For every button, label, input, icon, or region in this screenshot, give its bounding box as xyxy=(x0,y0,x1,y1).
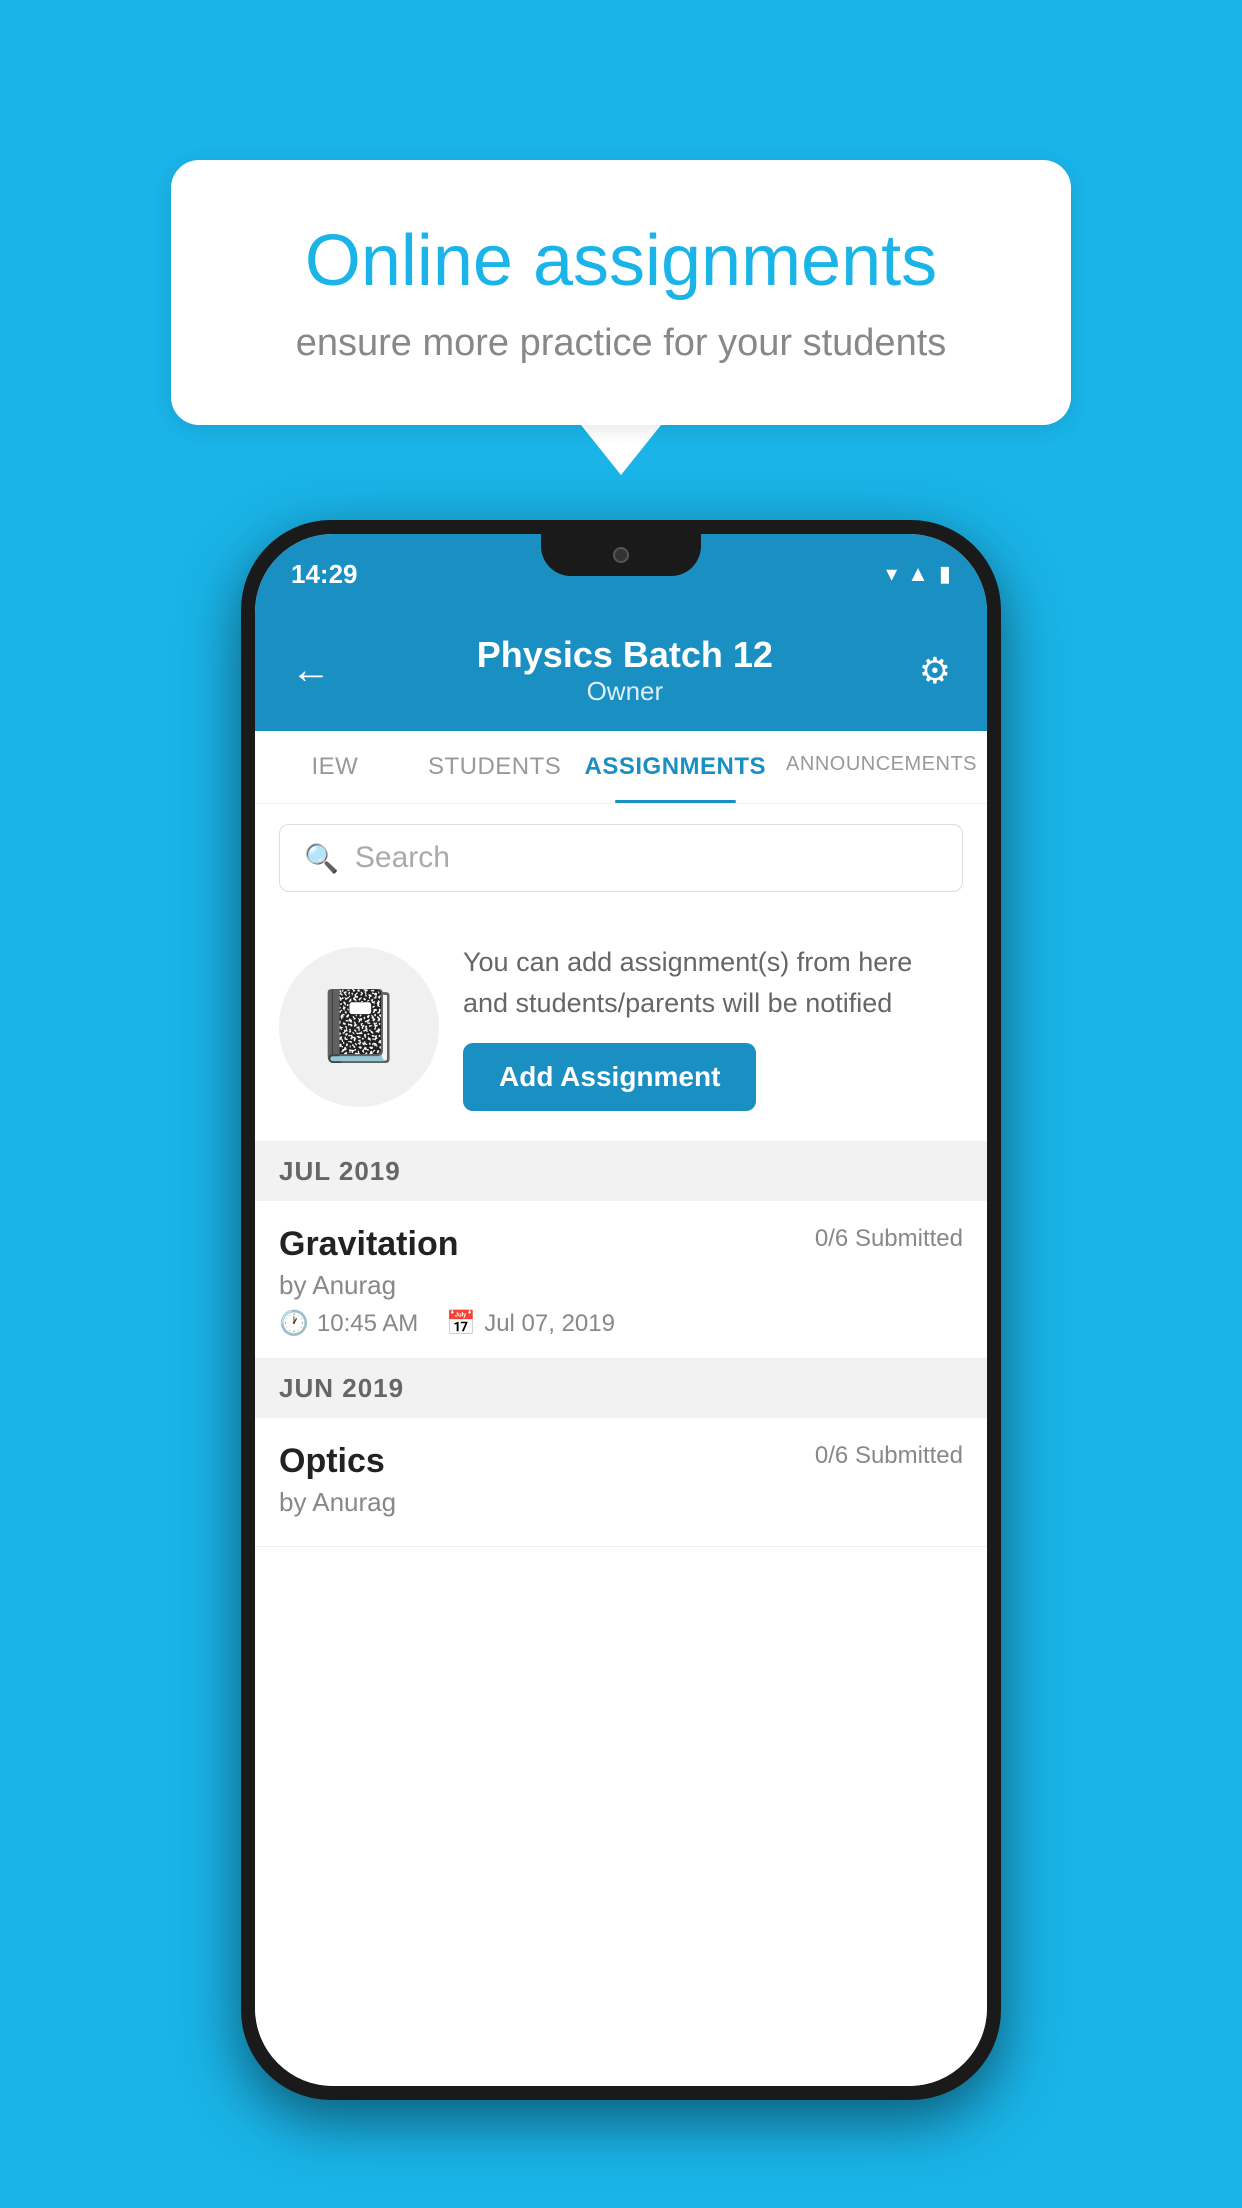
tab-students[interactable]: STUDENTS xyxy=(415,731,575,803)
calendar-icon: 📅 xyxy=(446,1309,476,1338)
search-container: 🔍 Search xyxy=(255,804,987,912)
header-subtitle: Owner xyxy=(331,676,919,707)
header-center: Physics Batch 12 Owner xyxy=(331,634,919,707)
assignment-submitted: 0/6 Submitted xyxy=(815,1225,963,1253)
section-header-jun: JUN 2019 xyxy=(255,1359,987,1418)
tab-iew[interactable]: IEW xyxy=(255,731,415,803)
assignment-author: by Anurag xyxy=(279,1270,963,1301)
assignment-row-top-2: Optics 0/6 Submitted xyxy=(279,1442,963,1481)
meta-date: 📅 Jul 07, 2019 xyxy=(446,1309,615,1338)
settings-button[interactable]: ⚙ xyxy=(919,650,951,692)
tabs-bar: IEW STUDENTS ASSIGNMENTS ANNOUNCEMENTS xyxy=(255,731,987,804)
assignment-item-optics[interactable]: Optics 0/6 Submitted by Anurag xyxy=(255,1418,987,1547)
assignment-row-top: Gravitation 0/6 Submitted xyxy=(279,1225,963,1264)
battery-icon: ▮ xyxy=(939,561,951,587)
speech-bubble-card: Online assignments ensure more practice … xyxy=(171,160,1071,425)
notch xyxy=(541,534,701,576)
bubble-subtitle: ensure more practice for your students xyxy=(251,322,991,365)
assignment-item-gravitation[interactable]: Gravitation 0/6 Submitted by Anurag 🕐 10… xyxy=(255,1201,987,1359)
promo-section: 📓 You can add assignment(s) from here an… xyxy=(255,912,987,1142)
content-area: 🔍 Search 📓 You can add assignment(s) fro… xyxy=(255,804,987,2086)
assignment-submitted-optics: 0/6 Submitted xyxy=(815,1442,963,1470)
search-placeholder: Search xyxy=(355,841,450,875)
promo-icon-circle: 📓 xyxy=(279,947,439,1107)
clock-icon: 🕐 xyxy=(279,1309,309,1338)
promo-description: You can add assignment(s) from here and … xyxy=(463,942,963,1023)
speech-bubble-section: Online assignments ensure more practice … xyxy=(171,160,1071,475)
bubble-tail xyxy=(581,425,661,475)
bubble-title: Online assignments xyxy=(251,220,991,302)
search-icon: 🔍 xyxy=(304,842,339,875)
assignment-name-optics: Optics xyxy=(279,1442,385,1481)
meta-time: 🕐 10:45 AM xyxy=(279,1309,418,1338)
assignment-date: Jul 07, 2019 xyxy=(484,1310,615,1338)
status-bar: 14:29 ▾ ▲ ▮ xyxy=(255,534,987,614)
assignment-name: Gravitation xyxy=(279,1225,458,1264)
search-bar[interactable]: 🔍 Search xyxy=(279,824,963,892)
assignment-time: 10:45 AM xyxy=(317,1310,418,1338)
phone-screen: 14:29 ▾ ▲ ▮ ← Physics Batch 12 Owner ⚙ xyxy=(255,534,987,2086)
signal-icon: ▲ xyxy=(907,561,929,587)
status-time: 14:29 xyxy=(291,559,358,590)
promo-text-area: You can add assignment(s) from here and … xyxy=(463,942,963,1111)
section-header-jul: JUL 2019 xyxy=(255,1142,987,1201)
phone-outer: 14:29 ▾ ▲ ▮ ← Physics Batch 12 Owner ⚙ xyxy=(241,520,1001,2100)
tab-announcements[interactable]: ANNOUNCEMENTS xyxy=(776,731,987,803)
add-assignment-button[interactable]: Add Assignment xyxy=(463,1043,756,1111)
phone-mockup: 14:29 ▾ ▲ ▮ ← Physics Batch 12 Owner ⚙ xyxy=(241,520,1001,2100)
app-header: ← Physics Batch 12 Owner ⚙ xyxy=(255,614,987,731)
notebook-icon: 📓 xyxy=(315,986,402,1068)
assignment-meta: 🕐 10:45 AM 📅 Jul 07, 2019 xyxy=(279,1309,963,1338)
wifi-icon: ▾ xyxy=(886,561,897,587)
status-icons: ▾ ▲ ▮ xyxy=(886,561,951,587)
tab-assignments[interactable]: ASSIGNMENTS xyxy=(575,731,777,803)
back-button[interactable]: ← xyxy=(291,648,331,693)
camera-dot xyxy=(613,547,629,563)
header-title: Physics Batch 12 xyxy=(331,634,919,676)
assignment-author-optics: by Anurag xyxy=(279,1487,963,1518)
